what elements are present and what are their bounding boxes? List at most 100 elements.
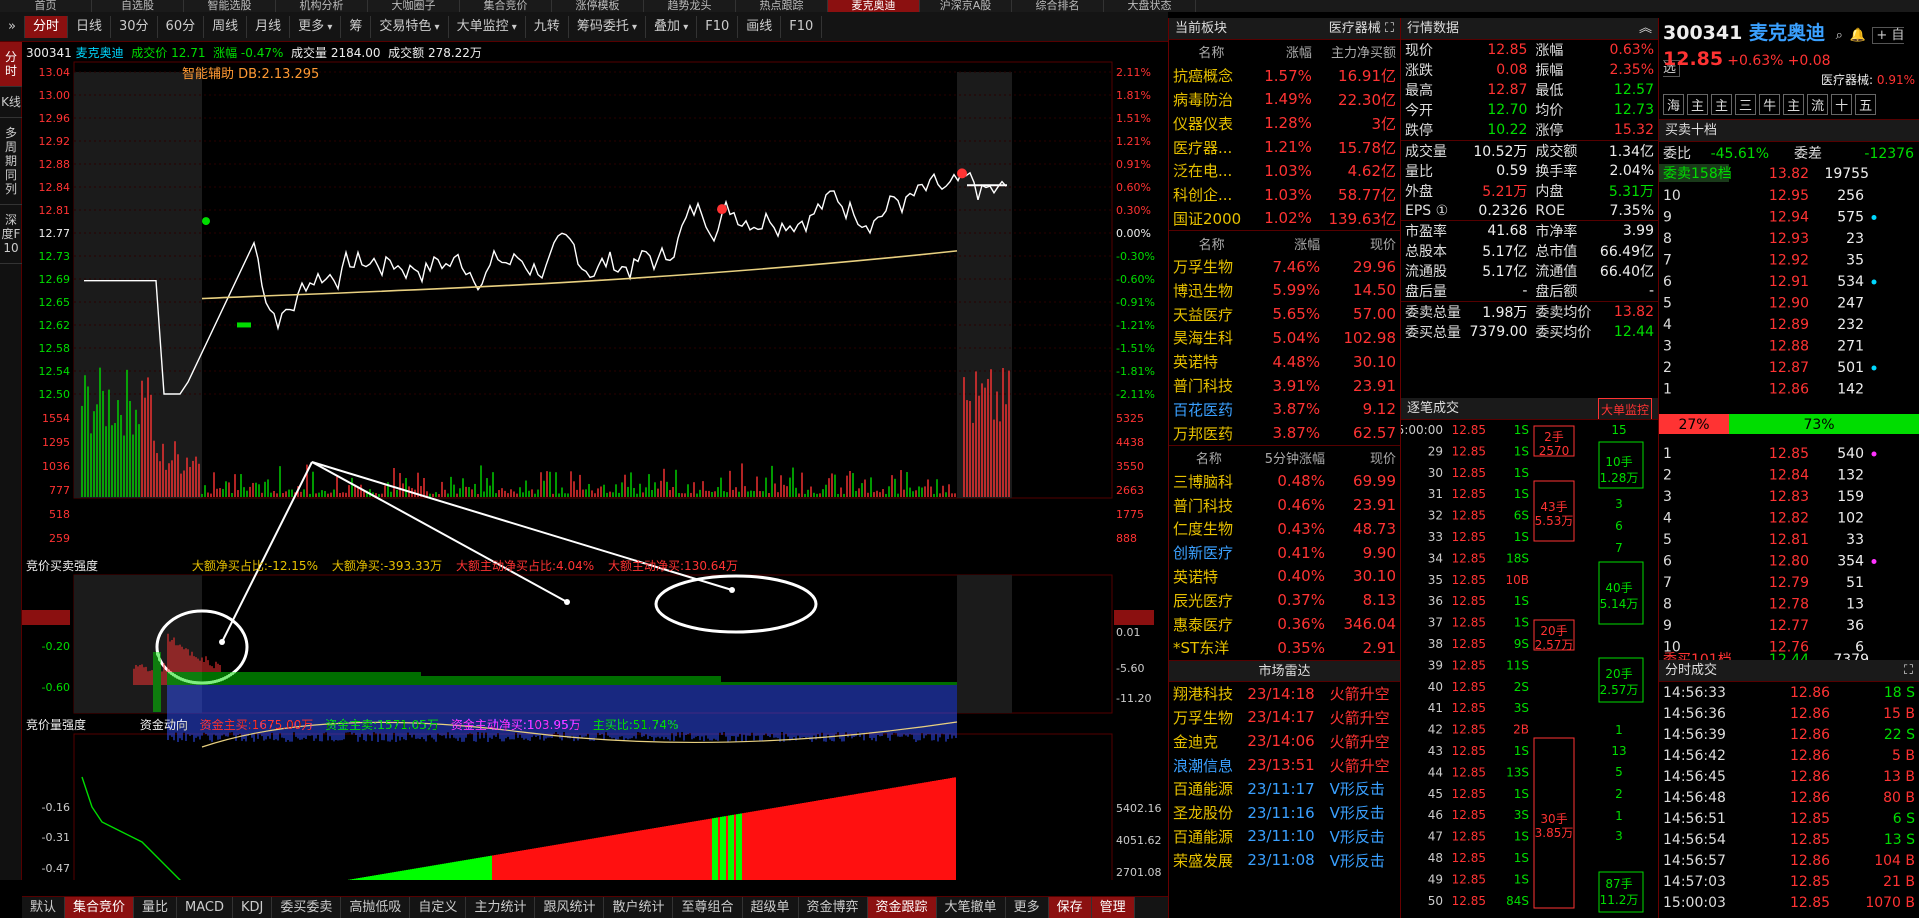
sector-row[interactable]: 病毒防治 1.49% 22.30亿 (1169, 88, 1400, 112)
bottom-tab-18[interactable]: 管理 (1091, 897, 1135, 918)
bottom-tab-10[interactable]: 散户统计 (604, 897, 674, 918)
top-tab-10[interactable]: 沪深京A股 (920, 0, 1012, 12)
sector-stock-row[interactable]: 天益医疗 5.65% 57.00 (1169, 302, 1400, 326)
bottom-tab-12[interactable]: 超级单 (743, 897, 799, 918)
quick-button-0[interactable]: 海 (1663, 94, 1685, 115)
sector-stock-row[interactable]: 万邦医药 3.87% 62.57 (1169, 421, 1400, 445)
toolbar-item-9[interactable]: 交易特色 (371, 15, 449, 38)
sector-row[interactable]: 仪器仪表 1.28% 3亿 (1169, 111, 1400, 135)
radar-row[interactable]: 百通能源 23/11:10 V形反击 (1169, 825, 1400, 849)
radar-row[interactable]: 圣龙股份 23/11:16 V形反击 (1169, 801, 1400, 825)
toolbar-item-13[interactable]: 叠加 (646, 15, 698, 38)
sector-stock-row[interactable]: 万孚生物 7.46% 29.96 (1169, 255, 1400, 279)
sector-5min-row[interactable]: 惠泰医疗 0.36% 346.04 (1169, 612, 1400, 636)
sector-5min-row[interactable]: 普门科技 0.46% 23.91 (1169, 493, 1400, 517)
left-bar-item-3[interactable]: 深度F10 (0, 205, 22, 264)
top-tab-4[interactable]: 大咖圈子 (368, 0, 460, 12)
sector-5min-row[interactable]: 三博脑科 0.48% 69.99 (1169, 469, 1400, 493)
toolbar-item-3[interactable]: 30分 (111, 15, 158, 38)
sector-5min-row[interactable]: 辰光医疗 0.37% 8.13 (1169, 588, 1400, 612)
expand-icon[interactable]: ⛶ (1904, 660, 1913, 681)
bottom-tab-14[interactable]: 资金跟踪 (867, 897, 937, 918)
toolbar-item-10[interactable]: 大单监控 (449, 15, 526, 38)
bottom-tab-3[interactable]: MACD (177, 897, 234, 918)
top-tab-11[interactable]: 综合排名 (1012, 0, 1104, 12)
quick-button-8[interactable]: 五 (1855, 94, 1877, 115)
quick-button-4[interactable]: 牛 (1759, 94, 1781, 115)
bottom-tab-6[interactable]: 高抛低吸 (341, 897, 411, 918)
quick-button-2[interactable]: 主 (1711, 94, 1733, 115)
sector-5min-row[interactable]: *ST东洋 0.35% 2.91 (1169, 636, 1400, 660)
sector-5min-row[interactable]: 英诺特 0.40% 30.10 (1169, 565, 1400, 589)
radar-row[interactable]: 荣盛发展 23/11:08 V形反击 (1169, 848, 1400, 872)
toolbar-item-2[interactable]: 日线 (68, 15, 111, 38)
bottom-tab-9[interactable]: 跟风统计 (535, 897, 605, 918)
search-icon[interactable]: ⌕ (1836, 28, 1843, 43)
toolbar-item-7[interactable]: 更多 (290, 15, 342, 38)
top-tab-1[interactable]: 自选股 (92, 0, 184, 12)
bottom-tab-4[interactable]: KDJ (233, 897, 273, 918)
top-tab-8[interactable]: 热点跟踪 (736, 0, 828, 12)
sector-row[interactable]: 泛在电... 1.03% 4.62亿 (1169, 159, 1400, 183)
radar-row[interactable]: 百通能源 23/11:17 V形反击 (1169, 777, 1400, 801)
top-tab-12[interactable]: 大盘状态 (1104, 0, 1196, 12)
radar-row[interactable]: 浪潮信息 23/13:51 火箭升空 (1169, 753, 1400, 777)
top-tab-2[interactable]: 智能选股 (184, 0, 276, 12)
toolbar-item-6[interactable]: 月线 (247, 15, 291, 38)
sector-stock-row[interactable]: 博迅生物 5.99% 14.50 (1169, 278, 1400, 302)
quick-button-5[interactable]: 主 (1783, 94, 1805, 115)
bottom-tab-2[interactable]: 量比 (134, 897, 178, 918)
bottom-tab-16[interactable]: 更多 (1006, 897, 1049, 918)
sector-5min-row[interactable]: 创新医疗 0.41% 9.90 (1169, 541, 1400, 565)
toolbar-item-5[interactable]: 周线 (204, 15, 248, 38)
quick-button-6[interactable]: 流 (1807, 94, 1829, 115)
bottom-tab-8[interactable]: 主力统计 (466, 897, 536, 918)
toolbar-item-14[interactable]: F10 (697, 15, 739, 38)
bottom-tab-0[interactable]: 默认 (22, 897, 66, 918)
sector-row[interactable]: 国证2000 1.02% 139.63亿 (1169, 207, 1400, 231)
toolbar-item-8[interactable]: 筹 (341, 15, 372, 38)
left-bar-item-0[interactable]: 分时 (0, 42, 22, 87)
sector-name[interactable]: 医疗器械 ⛶ (1329, 18, 1394, 39)
quick-button-1[interactable]: 主 (1687, 94, 1709, 115)
bottom-tab-7[interactable]: 自定义 (410, 897, 467, 918)
intraday-chart-canvas[interactable]: 13.04 2.11% 13.00 1.81% 12.96 1.51% 12.92 1.21%… (22, 42, 1168, 880)
top-tab-6[interactable]: 涨停模板 (552, 0, 644, 12)
radar-row[interactable]: 翔港科技 23/14:18 火箭升空 (1169, 682, 1400, 706)
bell-icon[interactable]: 🔔 (1850, 28, 1866, 43)
sector-stock-row[interactable]: 百花医药 3.87% 9.12 (1169, 397, 1400, 421)
top-tab-3[interactable]: 机构分析 (276, 0, 368, 12)
left-bar-item-1[interactable]: K线 (0, 87, 22, 118)
radar-row[interactable]: 万孚生物 23/14:17 火箭升空 (1169, 706, 1400, 730)
toolbar-item-1[interactable]: 分时 (24, 15, 68, 38)
top-tab-0[interactable]: 首页 (0, 0, 92, 12)
toolbar-item-4[interactable]: 60分 (158, 15, 205, 38)
toolbar-item-15[interactable]: 画线 (738, 15, 782, 38)
bottom-tab-5[interactable]: 委买委卖 (272, 897, 342, 918)
sector-stock-row[interactable]: 普门科技 3.91% 23.91 (1169, 374, 1400, 398)
big-order-monitor-button[interactable]: 大单监控 (1597, 398, 1652, 419)
quick-button-3[interactable]: 三 (1735, 94, 1757, 115)
sector-row[interactable]: 医疗器... 1.21% 15.78亿 (1169, 135, 1400, 159)
sector-5min-row[interactable]: 仁度生物 0.43% 48.73 (1169, 517, 1400, 541)
sector-stock-row[interactable]: 英诺特 4.48% 30.10 (1169, 350, 1400, 374)
toolbar-item-16[interactable]: F10 (781, 15, 823, 38)
sector-row[interactable]: 抗癌概念 1.57% 16.91亿 (1169, 64, 1400, 88)
left-bar-item-2[interactable]: 多周期同列 (0, 118, 22, 205)
bottom-tab-1[interactable]: 集合竞价 (65, 897, 135, 918)
top-tab-5[interactable]: 集合竞价 (460, 0, 552, 12)
bottom-tab-17[interactable]: 保存 (1048, 897, 1092, 918)
toolbar-item-0[interactable]: » (0, 15, 25, 38)
toolbar-item-11[interactable]: 九转 (526, 15, 569, 38)
collapse-icon[interactable]: ︽ (1639, 18, 1652, 39)
top-tab-7[interactable]: 趋势龙头 (644, 0, 736, 12)
quick-button-7[interactable]: 十 (1831, 94, 1853, 115)
bottom-tab-15[interactable]: 大笔撤单 (937, 897, 1006, 918)
sector-stock-row[interactable]: 昊海生科 5.04% 102.98 (1169, 326, 1400, 350)
radar-row[interactable]: 金迪克 23/14:06 火箭升空 (1169, 729, 1400, 753)
sector-row[interactable]: 科创企... 1.03% 58.77亿 (1169, 183, 1400, 207)
bottom-tab-11[interactable]: 至尊组合 (673, 897, 743, 918)
bottom-tab-13[interactable]: 资金博弈 (799, 897, 868, 918)
toolbar-item-12[interactable]: 筹码委托 (569, 15, 647, 38)
top-tab-9[interactable]: 麦克奥迪 (828, 0, 920, 12)
